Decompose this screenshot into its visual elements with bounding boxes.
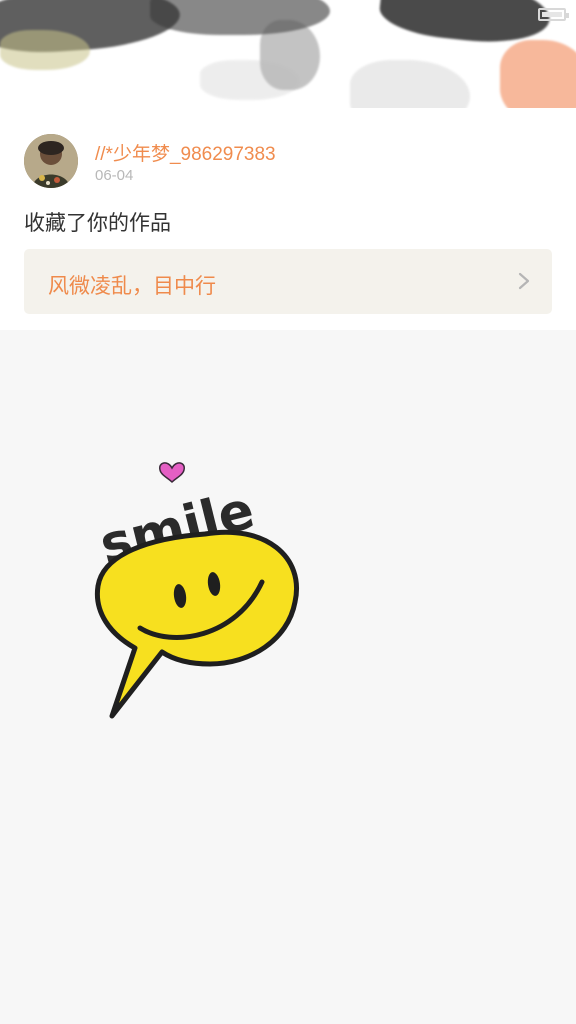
chevron-right-icon <box>518 272 530 290</box>
speech-bubble <box>94 529 299 719</box>
work-title: 风微凌乱，目中行 <box>48 275 216 298</box>
action-text: 收藏了你的作品 <box>24 212 171 235</box>
battery-icon <box>538 8 569 21</box>
smile-sticker: smile <box>94 462 299 719</box>
avatar[interactable] <box>24 134 78 188</box>
work-link-button[interactable]: 风微凌乱，目中行 <box>24 249 552 314</box>
heart-icon <box>159 462 185 484</box>
notification-date: 06-04 <box>95 167 134 184</box>
username-link[interactable]: //*少年梦_986297383 <box>95 139 276 166</box>
notification-card[interactable]: //*少年梦_986297383 06-04 收藏了你的作品 风微凌乱，目中行 <box>0 108 576 330</box>
notification-screen: //*少年梦_986297383 06-04 收藏了你的作品 风微凌乱，目中行 … <box>0 0 576 1024</box>
